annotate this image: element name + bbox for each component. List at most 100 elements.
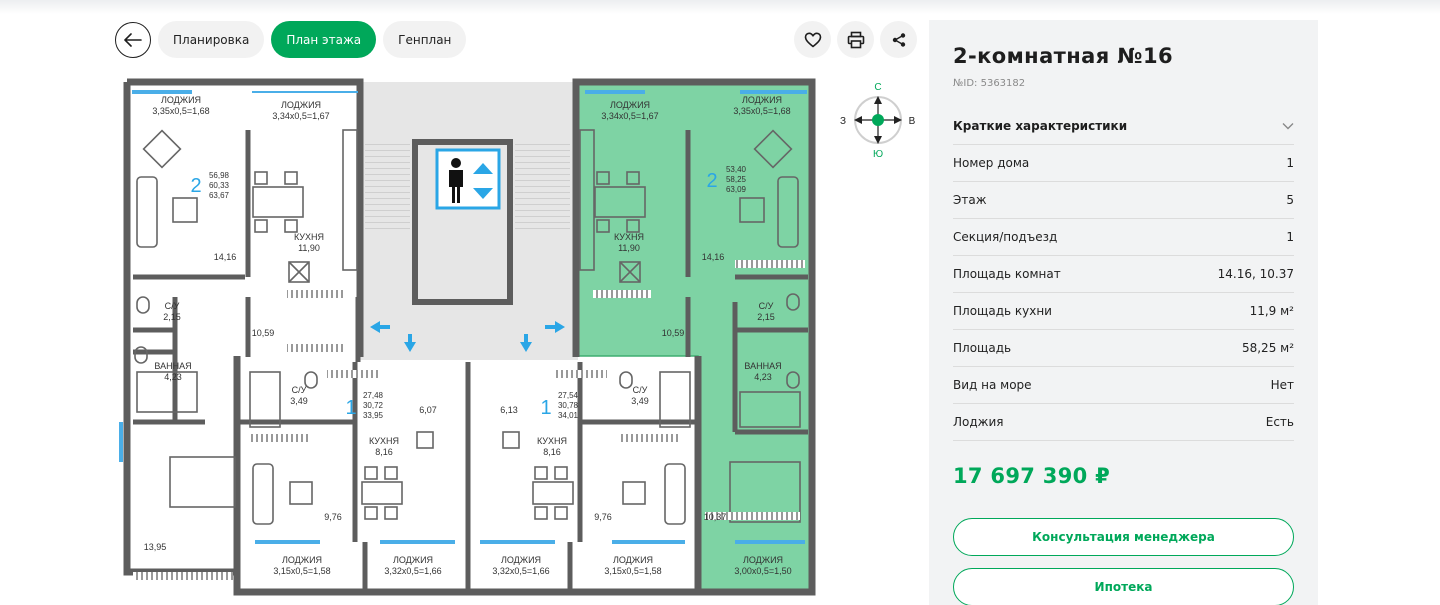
plan-label: ЛОДЖИЯ bbox=[161, 95, 201, 105]
plan-label: 3,35х0,5=1,68 bbox=[733, 106, 790, 116]
plan-label: 11,90 bbox=[298, 243, 320, 253]
plan-label: КУХНЯ bbox=[537, 436, 567, 446]
spec-row: Площадь 58,25 м² bbox=[953, 330, 1294, 367]
plan-label: 10,59 bbox=[662, 328, 685, 338]
plan-label: КУХНЯ bbox=[369, 436, 399, 446]
apartment-title: 2-комнатная №16 bbox=[953, 44, 1173, 68]
plan-label: ЛОДЖИЯ bbox=[501, 555, 541, 565]
tab-floor-plan[interactable]: План этажа bbox=[271, 21, 377, 58]
back-button[interactable] bbox=[115, 22, 151, 58]
plan-label: ЛОДЖИЯ bbox=[742, 95, 782, 105]
plan-label: С/У bbox=[633, 385, 648, 395]
share-icon bbox=[892, 32, 905, 47]
plan-label: 33,95 bbox=[363, 411, 384, 420]
heart-icon bbox=[804, 31, 821, 47]
price: 17 697 390 ₽ bbox=[953, 464, 1111, 488]
share-button[interactable] bbox=[880, 21, 917, 58]
plan-label: 9,76 bbox=[324, 512, 342, 522]
plan-label: 4,23 bbox=[164, 372, 182, 382]
plan-label: С/У bbox=[292, 385, 307, 395]
plan-label: 2,15 bbox=[757, 312, 775, 322]
plan-label: 10,37 bbox=[704, 512, 727, 522]
plan-label: 14,16 bbox=[214, 252, 237, 262]
plan-label: 11,90 bbox=[618, 243, 640, 253]
plan-label: 30,78 bbox=[558, 401, 579, 410]
plan-label: 63,09 bbox=[726, 185, 747, 194]
specs-toggle[interactable]: Краткие характеристики bbox=[953, 108, 1294, 145]
plan-label: ВАННАЯ bbox=[154, 361, 191, 371]
plan-label: 63,67 bbox=[209, 191, 230, 200]
specs-list: Краткие характеристики Номер дома 1 Этаж 5… bbox=[953, 108, 1294, 441]
plan-label: 2,15 bbox=[163, 312, 181, 322]
plan-label: 3,32х0,5=1,66 bbox=[492, 566, 549, 576]
plan-label: 13,95 bbox=[144, 542, 167, 552]
plan-label: 10,59 bbox=[252, 328, 275, 338]
plan-label: 8,16 bbox=[543, 447, 561, 457]
compass-icon: С Ю З В bbox=[840, 82, 916, 160]
plan-label: 34,01 bbox=[558, 411, 579, 420]
spec-row: Площадь кухни 11,9 м² bbox=[953, 293, 1294, 330]
consult-manager-button[interactable]: Консультация менеджера bbox=[953, 518, 1294, 556]
spec-row: Вид на море Нет bbox=[953, 367, 1294, 404]
tab-layout[interactable]: Планировка bbox=[158, 21, 265, 58]
top-shadow bbox=[0, 0, 1440, 14]
plan-label: 30,72 bbox=[363, 401, 384, 410]
printer-icon bbox=[847, 31, 864, 48]
elevator-sign bbox=[435, 148, 501, 210]
plan-label: ЛОДЖИЯ bbox=[610, 100, 650, 110]
hall-floor bbox=[358, 316, 578, 360]
plan-label: 6,13 bbox=[500, 405, 518, 415]
favorite-button[interactable] bbox=[794, 21, 831, 58]
plan-label: 3,00х0,5=1,50 bbox=[734, 566, 791, 576]
specs-title: Краткие характеристики bbox=[953, 119, 1128, 133]
apartment-id: №ID: 5363182 bbox=[953, 78, 1026, 89]
svg-text:З: З bbox=[840, 116, 846, 127]
plan-label: ЛОДЖИЯ bbox=[393, 555, 433, 565]
plan-label: 14,16 bbox=[702, 252, 725, 262]
plan-label: 2 bbox=[706, 170, 717, 192]
floor-plan: ЛОДЖИЯ 3,35х0,5=1,68 ЛОДЖИЯ 3,34х0,5=1,6… bbox=[119, 78, 816, 596]
plan-label: 9,76 bbox=[594, 512, 612, 522]
plan-label: 4,23 bbox=[754, 372, 772, 382]
plan-label: 3,15х0,5=1,58 bbox=[273, 566, 330, 576]
plan-label: 6,07 bbox=[419, 405, 437, 415]
tab-master-plan[interactable]: Генплан bbox=[383, 21, 467, 58]
plan-label: 2 bbox=[190, 175, 201, 197]
plan-label: ЛОДЖИЯ bbox=[282, 555, 322, 565]
print-button[interactable] bbox=[837, 21, 874, 58]
plan-label: 3,35х0,5=1,68 bbox=[152, 106, 209, 116]
mortgage-button[interactable]: Ипотека bbox=[953, 568, 1294, 605]
plan-label: 8,16 bbox=[375, 447, 393, 457]
plan-label: С/У bbox=[165, 301, 180, 311]
apartment-info-panel: 2-комнатная №16 №ID: 5363182 Краткие хар… bbox=[929, 20, 1318, 605]
svg-text:Ю: Ю bbox=[873, 149, 883, 160]
spec-row: Этаж 5 bbox=[953, 182, 1294, 219]
spec-row: Лоджия Есть bbox=[953, 404, 1294, 441]
plan-label: 27,54 bbox=[558, 391, 579, 400]
svg-text:В: В bbox=[909, 116, 916, 127]
plan-label: 53,40 bbox=[726, 165, 747, 174]
plan-label: 56,98 bbox=[209, 171, 230, 180]
plan-label: 3,49 bbox=[631, 396, 649, 406]
plan-label: 3,49 bbox=[290, 396, 308, 406]
plan-label: ВАННАЯ bbox=[744, 361, 781, 371]
plan-label: 58,25 bbox=[726, 175, 747, 184]
plan-label: 3,34х0,5=1,67 bbox=[601, 111, 658, 121]
plan-label: ЛОДЖИЯ bbox=[613, 555, 653, 565]
plan-label: ЛОДЖИЯ bbox=[743, 555, 783, 565]
arrow-left-icon bbox=[124, 33, 142, 47]
plan-label: 1 bbox=[345, 397, 356, 419]
plan-label: КУХНЯ bbox=[614, 232, 644, 242]
spec-row: Номер дома 1 bbox=[953, 145, 1294, 182]
svg-text:С: С bbox=[874, 82, 881, 93]
plan-label: 27,48 bbox=[363, 391, 384, 400]
plan-label: 60,33 bbox=[209, 181, 230, 190]
spec-row: Секция/подъезд 1 bbox=[953, 219, 1294, 256]
plan-label: С/У bbox=[759, 301, 774, 311]
plan-label: 3,34х0,5=1,67 bbox=[272, 111, 329, 121]
chevron-down-icon bbox=[1282, 123, 1294, 130]
plan-label: КУХНЯ bbox=[294, 232, 324, 242]
plan-label: 1 bbox=[540, 397, 551, 419]
spec-row: Площадь комнат 14.16, 10.37 bbox=[953, 256, 1294, 293]
plan-label: 3,32х0,5=1,66 bbox=[384, 566, 441, 576]
